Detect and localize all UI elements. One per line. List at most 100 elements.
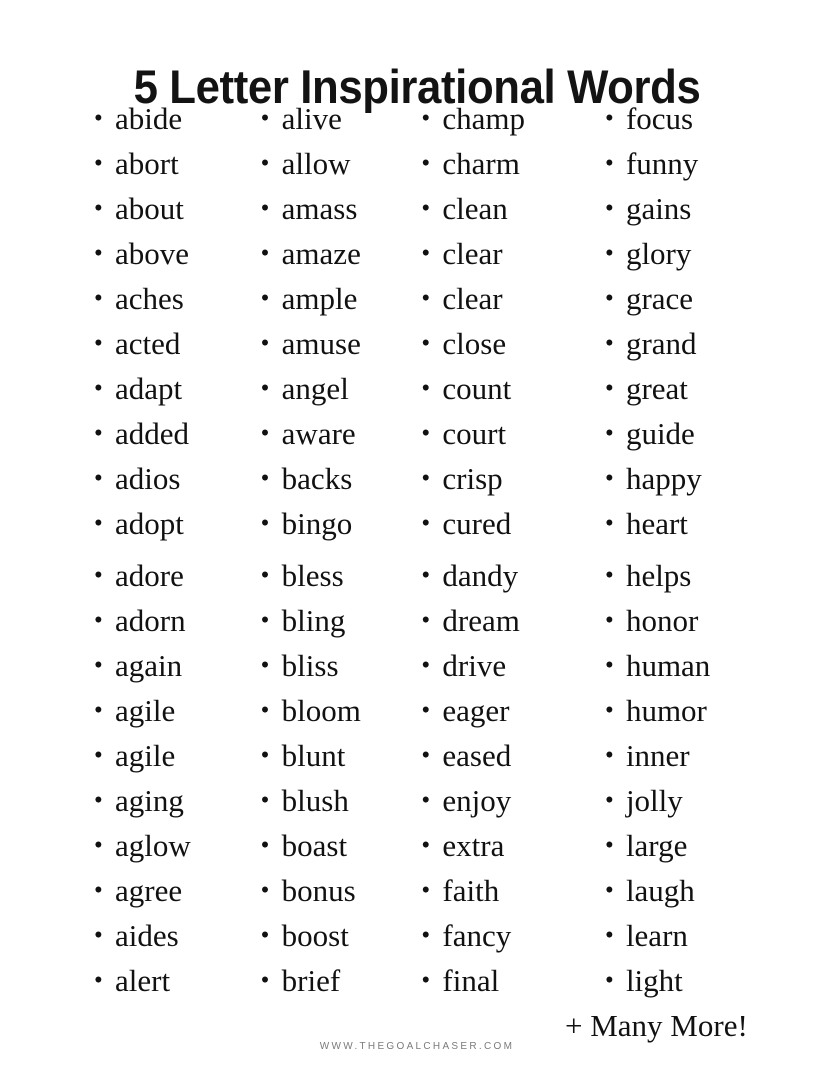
word-text: angel	[281, 371, 349, 406]
word-list-item: • fancy	[419, 913, 595, 958]
word-list-item: • close	[419, 321, 595, 366]
bullet-icon: •	[94, 150, 103, 177]
bullet-icon: •	[260, 607, 270, 634]
word-list-item: • aware	[259, 411, 414, 456]
word-text: guide	[625, 416, 695, 451]
word-list-item: • glory	[603, 231, 834, 276]
word-list-item: • aides	[92, 913, 253, 958]
word-list-item: • humor	[603, 688, 834, 733]
word-list-col2-block2: • bless • bling • bliss • bloom • blunt • blush • boa…	[259, 553, 414, 1003]
word-list-item: • large	[603, 823, 834, 868]
word-text: bless	[281, 558, 344, 593]
word-list-item: • agile	[92, 688, 253, 733]
bullet-icon: •	[604, 465, 614, 492]
word-list-item: • agree	[92, 868, 253, 913]
word-text: human	[625, 648, 711, 683]
word-text: boast	[281, 828, 348, 863]
bullet-icon: •	[604, 787, 614, 814]
word-text: dandy	[442, 558, 519, 593]
word-list-item: • dream	[419, 598, 595, 643]
word-list-item: • aglow	[92, 823, 253, 868]
bullet-icon: •	[604, 510, 614, 537]
word-column-1: • abide • abort • about • above • aches • acted • ada…	[0, 96, 253, 1003]
bullet-icon: •	[260, 150, 270, 177]
word-list-item: • adorn	[92, 598, 253, 643]
bullet-icon: •	[260, 240, 270, 267]
word-text: grace	[625, 281, 694, 316]
word-text: blunt	[281, 738, 346, 773]
word-text: amass	[281, 191, 358, 226]
word-list-item: • acted	[92, 321, 253, 366]
bullet-icon: •	[421, 150, 431, 177]
bullet-icon: •	[94, 510, 103, 537]
bullet-icon: •	[421, 562, 431, 589]
word-text: amuse	[281, 326, 361, 361]
bullet-icon: •	[260, 742, 270, 769]
word-text: aides	[115, 918, 179, 953]
bullet-icon: •	[421, 375, 431, 402]
word-text: above	[115, 236, 190, 271]
word-text: large	[625, 828, 688, 863]
bullet-icon: •	[94, 877, 103, 904]
bullet-icon: •	[604, 285, 614, 312]
many-more-note: + Many More!	[565, 1008, 748, 1043]
word-text: acted	[115, 326, 181, 361]
bullet-icon: •	[421, 652, 431, 679]
word-list-item: • boast	[259, 823, 414, 868]
word-text: abide	[115, 101, 183, 136]
word-list-item: • human	[603, 643, 834, 688]
word-text: clear	[442, 281, 503, 316]
word-list-item: • charm	[419, 141, 595, 186]
word-list-item: • amass	[259, 186, 414, 231]
bullet-icon: •	[604, 967, 614, 994]
word-list-col3-block2: • dandy • dream • drive • eager • eased • enjoy • ext…	[419, 553, 595, 1003]
word-text: champ	[442, 101, 526, 136]
word-list-item: • angel	[259, 366, 414, 411]
word-list-item: • blunt	[259, 733, 414, 778]
word-list-item: • final	[419, 958, 595, 1003]
word-text: bonus	[281, 873, 356, 908]
word-text: honor	[625, 603, 699, 638]
word-list-item: • count	[419, 366, 595, 411]
word-list-col4-block1: • focus • funny • gains • glory • grace • grand • gre…	[603, 96, 834, 546]
word-text: aglow	[115, 828, 191, 863]
word-list-item: • light	[603, 958, 834, 1003]
word-list-item: • drive	[419, 643, 595, 688]
bullet-icon: •	[94, 787, 103, 814]
word-text: eased	[442, 738, 512, 773]
word-list-item: • adios	[92, 456, 253, 501]
word-list-item: • boost	[259, 913, 414, 958]
word-list-item: • bloom	[259, 688, 414, 733]
bullet-icon: •	[260, 375, 270, 402]
word-text: dream	[442, 603, 520, 638]
bullet-icon: •	[421, 697, 431, 724]
bullet-icon: •	[260, 832, 270, 859]
word-list-item: • extra	[419, 823, 595, 868]
bullet-icon: •	[421, 195, 431, 222]
word-list-col1-block2: • adore • adorn • again • agile • agile • aging • agl…	[92, 553, 253, 1003]
bullet-icon: •	[604, 922, 614, 949]
word-text: agile	[115, 738, 176, 773]
word-list-col1-block1: • abide • abort • about • above • aches • acted • ada…	[92, 96, 253, 546]
word-list-item: • allow	[259, 141, 414, 186]
word-text: funny	[625, 146, 699, 181]
word-text: alive	[281, 101, 342, 136]
word-text: aware	[281, 416, 356, 451]
word-text: close	[442, 326, 507, 361]
word-list-item: • guide	[603, 411, 834, 456]
word-text: added	[115, 416, 190, 451]
word-list-item: • grace	[603, 276, 834, 321]
word-list-item: • bless	[259, 553, 414, 598]
word-text: adorn	[115, 603, 186, 638]
word-list-item: • crisp	[419, 456, 595, 501]
bullet-icon: •	[94, 922, 103, 949]
bullet-icon: •	[604, 420, 614, 447]
word-list-item: • bling	[259, 598, 414, 643]
word-text: boost	[281, 918, 349, 953]
word-list-item: • agile	[92, 733, 253, 778]
word-text: bingo	[281, 506, 353, 541]
bullet-icon: •	[604, 877, 614, 904]
word-text: laugh	[625, 873, 695, 908]
word-text: glory	[625, 236, 692, 271]
word-list-item: • again	[92, 643, 253, 688]
